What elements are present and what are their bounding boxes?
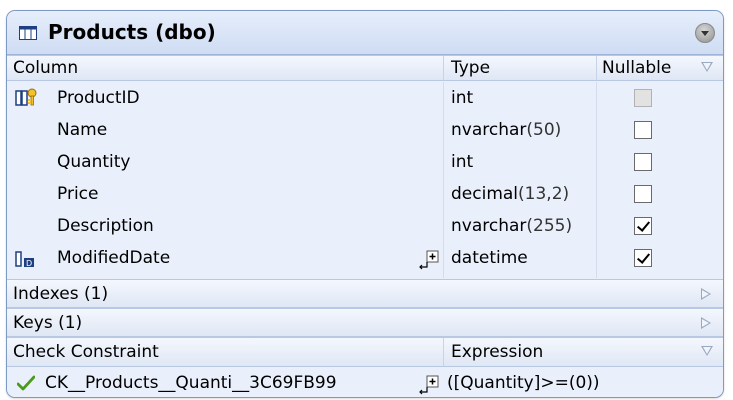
nullable-checkbox[interactable] — [634, 153, 652, 171]
columns-list: ProductID int Name nvarchar(50) Quantity… — [7, 82, 723, 278]
check-constraint-icon — [17, 375, 35, 391]
expand-plus-icon[interactable] — [417, 373, 441, 397]
nullable-checkbox[interactable] — [634, 185, 652, 203]
constraint-name[interactable]: CK__Products__Quanti__3C69FB99 — [45, 373, 337, 393]
collapse-columns-icon[interactable] — [701, 62, 713, 72]
keys-label[interactable]: Keys (1) — [13, 313, 82, 333]
nullable-header-label[interactable]: Nullable — [602, 58, 671, 78]
default-value-icon: D — [15, 251, 34, 268]
keys-section-header[interactable]: Keys (1) — [7, 308, 723, 337]
column-header-label[interactable]: Column — [13, 58, 78, 78]
table-row[interactable]: Price decimal(13,2) — [7, 178, 723, 210]
expand-plus-icon[interactable] — [417, 248, 441, 272]
column-name[interactable]: Name — [57, 120, 107, 140]
indexes-label[interactable]: Indexes (1) — [13, 284, 108, 304]
column-type[interactable]: int — [451, 88, 473, 108]
column-name[interactable]: ProductID — [57, 88, 140, 108]
indexes-section-header[interactable]: Indexes (1) — [7, 279, 723, 308]
constraint-expression[interactable]: ([Quantity]>=(0)) — [447, 373, 600, 393]
columns-header: Column Type Nullable — [7, 55, 723, 81]
check-constraint-label[interactable]: Check Constraint — [13, 342, 159, 362]
table-row[interactable]: D ModifiedDate datetime — [7, 242, 723, 274]
primary-key-icon — [15, 88, 37, 106]
expand-indexes-icon[interactable] — [701, 288, 711, 300]
column-name[interactable]: Price — [57, 184, 98, 204]
nullable-checkbox[interactable] — [634, 249, 652, 267]
column-type[interactable]: decimal(13,2) — [451, 184, 569, 204]
column-type[interactable]: int — [451, 152, 473, 172]
svg-text:D: D — [26, 259, 32, 268]
nullable-checkbox — [634, 89, 652, 107]
table-row[interactable]: ProductID int — [7, 82, 723, 114]
column-type[interactable]: datetime — [451, 248, 528, 268]
expression-header-label[interactable]: Expression — [451, 342, 543, 362]
type-header-label[interactable]: Type — [451, 58, 490, 78]
constraint-row[interactable]: CK__Products__Quanti__3C69FB99 ([Quantit… — [7, 367, 723, 397]
check-constraint-header: Check Constraint Expression — [7, 337, 723, 367]
column-name[interactable]: Description — [57, 216, 154, 236]
table-title: Products (dbo) — [48, 20, 216, 44]
collapse-constraints-icon[interactable] — [701, 346, 713, 356]
table-panel: Products (dbo) Column Type Nullable Prod… — [6, 10, 724, 398]
table-row[interactable]: Quantity int — [7, 146, 723, 178]
table-row[interactable]: Name nvarchar(50) — [7, 114, 723, 146]
column-name[interactable]: ModifiedDate — [57, 248, 170, 268]
nullable-checkbox[interactable] — [634, 217, 652, 235]
column-type[interactable]: nvarchar(50) — [451, 120, 561, 140]
expand-keys-icon[interactable] — [701, 317, 711, 329]
table-icon — [19, 26, 37, 40]
collapse-button[interactable] — [695, 23, 715, 43]
column-name[interactable]: Quantity — [57, 152, 130, 172]
table-row[interactable]: Description nvarchar(255) — [7, 210, 723, 242]
column-type[interactable]: nvarchar(255) — [451, 216, 572, 236]
title-bar[interactable]: Products (dbo) — [7, 11, 723, 55]
nullable-checkbox[interactable] — [634, 121, 652, 139]
